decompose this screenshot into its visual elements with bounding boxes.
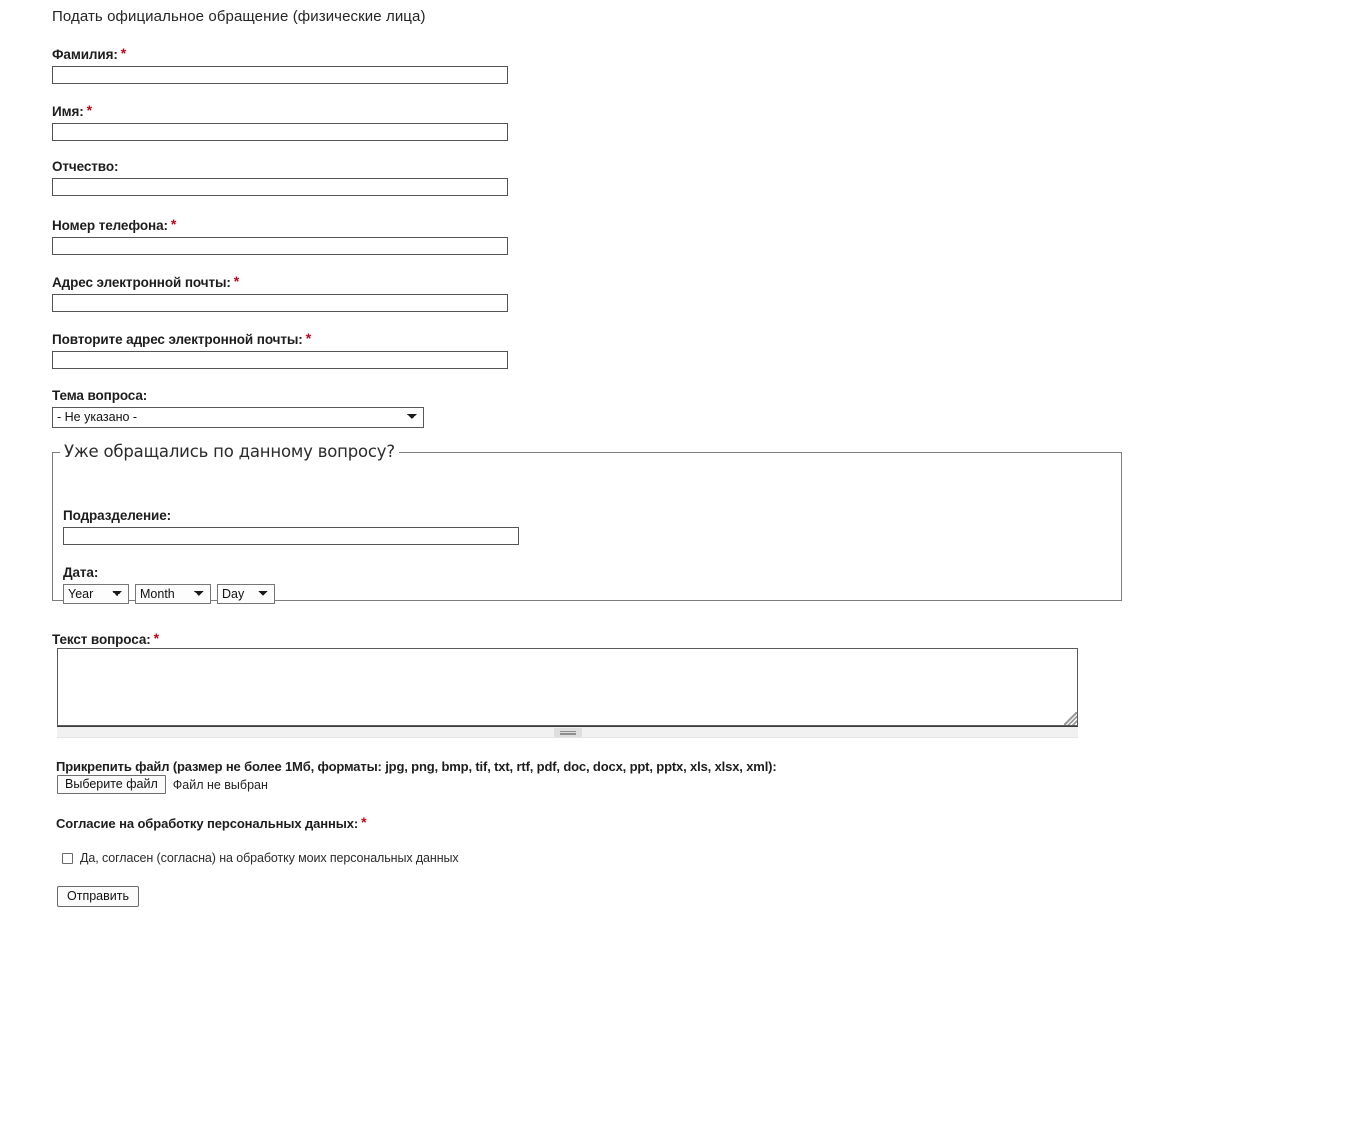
field-first-name: Имя: * [52,102,508,141]
last-name-input[interactable] [52,66,508,84]
department-input[interactable] [63,527,519,545]
field-middle-name: Отчество: [52,159,508,196]
label-department: Подразделение: [63,508,172,523]
required-asterisk: * [153,630,160,646]
date-selects: Year Month Day [63,584,275,604]
required-asterisk: * [305,330,312,346]
consent-checkbox-text: Да, согласен (согласна) на обработку мои… [80,851,459,865]
textarea-resizer-bar[interactable] [57,726,1078,738]
previous-request-fieldset: Уже обращались по данному вопросу? Подра… [52,442,1122,604]
field-date: Дата: Year Month Day [63,565,275,604]
label-first-name: Имя: * [52,102,93,119]
required-asterisk: * [170,216,177,232]
label-middle-name: Отчество: [52,159,119,174]
resizer-grip-line-icon [559,732,576,734]
required-asterisk: * [233,273,240,289]
middle-name-input[interactable] [52,178,508,196]
phone-input[interactable] [52,237,508,255]
field-department: Подразделение: [63,508,519,545]
page-title: Подать официальное обращение (физические… [52,8,426,25]
date-day-select[interactable]: Day [217,584,275,604]
consent-row[interactable]: Да, согласен (согласна) на обработку мои… [62,851,459,866]
question-text-wrapper [57,648,1078,726]
previous-request-legend: Уже обращались по данному вопросу? [64,442,395,461]
label-topic: Тема вопроса: [52,388,148,403]
label-date: Дата: [63,565,99,580]
field-topic: Тема вопроса: - Не указано - [52,388,424,428]
label-email: Адрес электронной почты: * [52,273,240,290]
label-email-repeat: Повторите адрес электронной почты: * [52,330,312,347]
date-month-select[interactable]: Month [135,584,211,604]
label-last-name: Фамилия: * [52,45,127,62]
date-year-select[interactable]: Year [63,584,129,604]
attachment-label: Прикрепить файл (размер не более 1Мб, фо… [56,759,777,774]
required-asterisk: * [361,814,367,830]
field-email: Адрес электронной почты: * [52,273,508,312]
choose-file-button[interactable]: Выберите файл [57,775,166,794]
label-question-text: Текст вопроса: * [52,630,160,647]
first-name-input[interactable] [52,123,508,141]
question-text-input[interactable] [57,648,1078,726]
consent-label: Согласие на обработку персональных данны… [56,814,367,831]
field-last-name: Фамилия: * [52,45,508,84]
topic-select[interactable]: - Не указано - [52,407,424,428]
required-asterisk: * [86,102,93,118]
field-email-repeat: Повторите адрес электронной почты: * [52,330,508,369]
field-phone: Номер телефона: * [52,216,508,255]
required-asterisk: * [120,45,127,61]
consent-checkbox[interactable] [62,853,73,864]
submit-button[interactable]: Отправить [57,886,139,907]
application-form-page: Подать официальное обращение (физические… [0,0,1353,1123]
email-input[interactable] [52,294,508,312]
label-phone: Номер телефона: * [52,216,177,233]
file-status-text: Файл не выбран [172,777,268,792]
attachment-row: Выберите файл Файл не выбран [57,775,268,794]
email-repeat-input[interactable] [52,351,508,369]
